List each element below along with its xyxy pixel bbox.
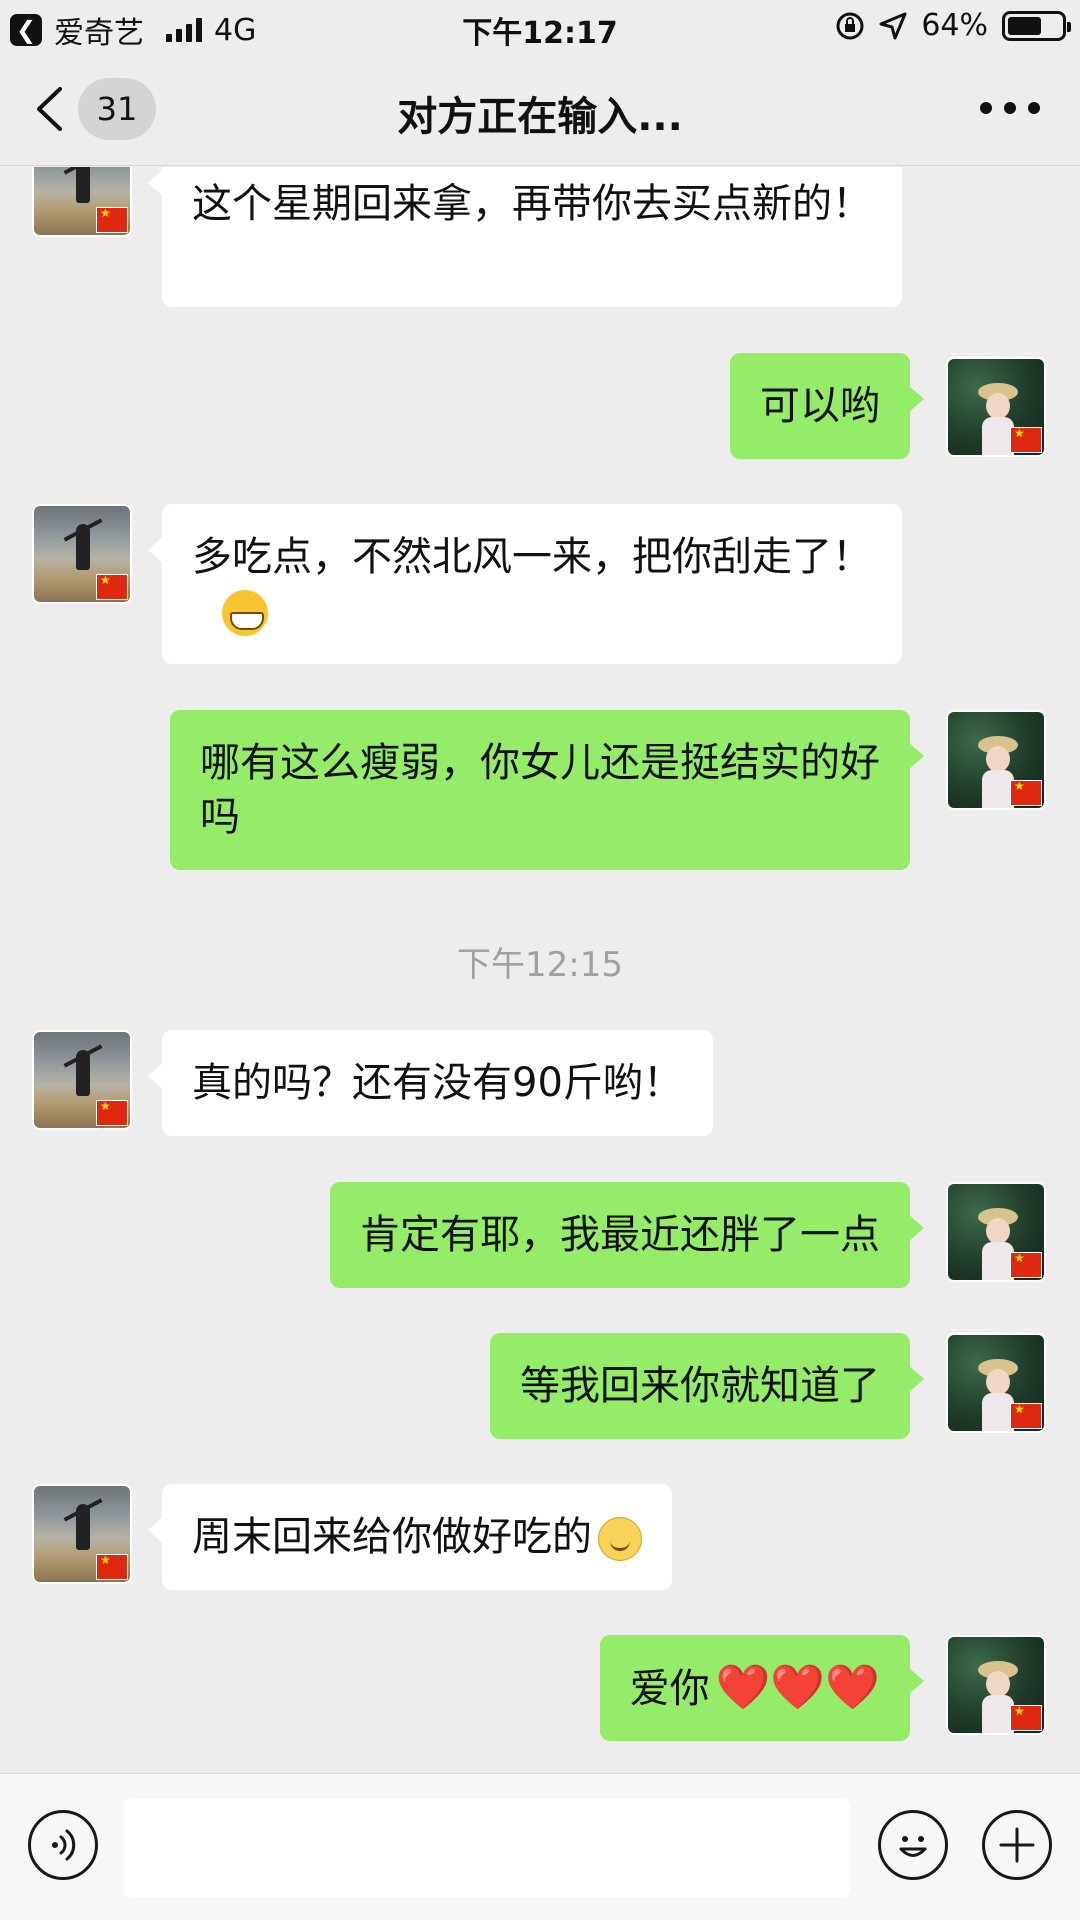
chat-title: 对方正在输入... — [397, 94, 683, 140]
my-avatar[interactable] — [946, 1635, 1046, 1735]
incoming-message-bubble[interactable]: 这个星期回来拿，再带你去买点新的！ — [148, 167, 902, 307]
incoming-message-bubble[interactable]: 多吃点，不然北风一来，把你刮走了！ — [148, 504, 902, 664]
message-timestamp: 下午12:15 — [457, 945, 623, 985]
contact-avatar[interactable] — [32, 167, 132, 237]
flag-icon — [96, 1553, 128, 1580]
voice-input-button[interactable] — [28, 1810, 98, 1880]
outgoing-message-bubble[interactable]: 肯定有耶，我最近还胖了一点 — [330, 1182, 924, 1288]
contact-avatar[interactable] — [32, 1484, 132, 1584]
message-list[interactable]: 这个星期回来拿，再带你去买点新的！ 可以哟 多吃点，不然北风一来，把你刮走了！ … — [0, 167, 1080, 1773]
flag-icon — [1010, 1402, 1042, 1429]
message-text: 这个星期回来拿，再带你去买点新的！ — [192, 181, 872, 227]
message-text: 爱你 ❤️❤️❤️ — [629, 1661, 880, 1713]
more-dot-icon — [980, 102, 992, 114]
more-dot-icon — [1004, 102, 1016, 114]
emoji-icon — [899, 1836, 927, 1857]
message-text: 等我回来你就知道了 — [520, 1363, 880, 1409]
battery-fill — [1008, 16, 1042, 35]
my-avatar[interactable] — [946, 710, 1046, 810]
message-text: 真的吗？还有没有90斤哟！ — [192, 1060, 683, 1106]
flag-icon — [96, 1099, 128, 1126]
more-dot-icon — [1028, 102, 1040, 114]
emoji-button[interactable] — [878, 1810, 948, 1880]
voice-icon — [52, 1829, 76, 1861]
message-text: 多吃点，不然北风一来，把你刮走了！ — [192, 530, 872, 638]
orientation-lock-icon — [836, 12, 864, 39]
my-avatar[interactable] — [946, 1333, 1046, 1433]
more-options-button[interactable] — [980, 88, 1040, 128]
location-icon — [879, 12, 907, 39]
my-avatar[interactable] — [946, 357, 1046, 457]
message-text: 周末回来给你做好吃的 — [192, 1510, 642, 1564]
battery-icon — [1002, 10, 1071, 41]
flag-icon — [96, 573, 128, 600]
battery-percent: 64% — [921, 8, 988, 43]
smiling-face-emoji — [598, 1517, 642, 1561]
message-text: 肯定有耶，我最近还胖了一点 — [360, 1212, 880, 1258]
chat-header: 31 对方正在输入... — [0, 54, 1080, 166]
flag-icon — [1010, 1251, 1042, 1278]
flag-icon — [1010, 426, 1042, 453]
flag-icon — [1010, 779, 1042, 806]
flag-icon — [1010, 1704, 1042, 1731]
message-text: 可以哟 — [760, 383, 880, 429]
more-actions-button[interactable] — [982, 1810, 1052, 1880]
input-bar — [0, 1773, 1080, 1920]
message-text: 哪有这么瘦弱，你女儿还是挺结实的好吗 — [200, 740, 880, 840]
contact-avatar[interactable] — [32, 1030, 132, 1130]
outgoing-message-bubble[interactable]: 爱你 ❤️❤️❤️ — [599, 1635, 925, 1741]
plus-icon — [999, 1827, 1035, 1863]
my-avatar[interactable] — [946, 1182, 1046, 1282]
incoming-message-bubble[interactable]: 真的吗？还有没有90斤哟！ — [148, 1030, 713, 1136]
outgoing-message-bubble[interactable]: 等我回来你就知道了 — [490, 1333, 924, 1439]
outgoing-message-bubble[interactable]: 可以哟 — [730, 353, 924, 459]
incoming-message-bubble[interactable]: 周末回来给你做好吃的 — [148, 1484, 672, 1590]
flag-icon — [96, 206, 128, 233]
message-input[interactable] — [124, 1798, 850, 1898]
grinning-face-emoji — [222, 590, 268, 636]
status-bar: ❮ 爱奇艺 4G 下午12:17 64% — [0, 0, 1080, 54]
hearts-emoji: ❤️❤️❤️ — [715, 1661, 880, 1713]
contact-avatar[interactable] — [32, 504, 132, 604]
outgoing-message-bubble[interactable]: 哪有这么瘦弱，你女儿还是挺结实的好吗 — [170, 710, 924, 870]
